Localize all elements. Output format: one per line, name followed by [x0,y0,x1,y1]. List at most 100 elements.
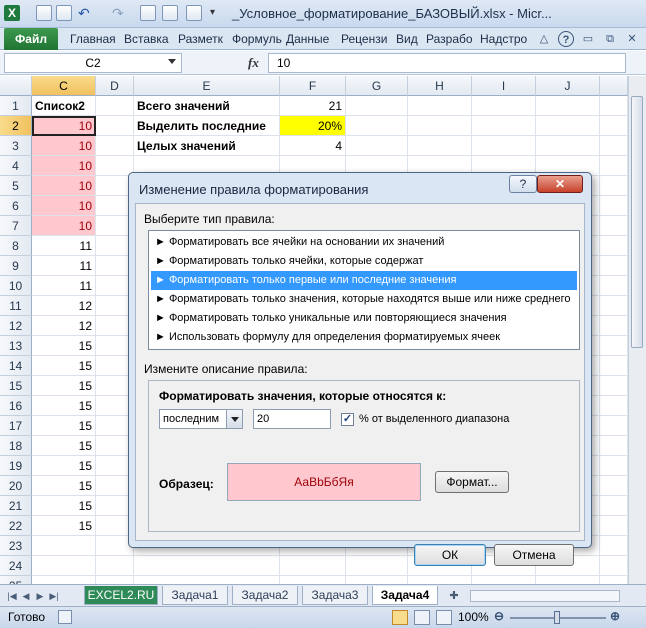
cell-j1[interactable] [536,96,600,116]
page-layout-view-icon[interactable] [414,610,430,625]
column-header-g[interactable]: G [346,76,408,96]
dialog-help-button[interactable]: ? [509,175,537,193]
insert-sheet-icon[interactable]: ✚ [446,589,462,603]
redo-icon[interactable]: ↷ [112,5,128,21]
cell-c11[interactable]: 12 [32,296,96,316]
cell-k8[interactable] [600,236,628,256]
row-header[interactable]: 16 [0,396,32,416]
cell-f3[interactable]: 4 [280,136,346,156]
tab-page-layout[interactable]: Разметк [178,28,223,50]
preview-icon[interactable] [140,5,156,21]
cell-g24[interactable] [346,556,408,576]
cell-c2[interactable]: 10 [32,116,96,136]
cell-k21[interactable] [600,496,628,516]
cell-c25[interactable] [32,576,96,584]
chevron-down-icon[interactable] [168,59,176,64]
cell-k24[interactable] [600,556,628,576]
chevron-down-icon[interactable] [226,410,242,428]
column-header-j[interactable]: J [536,76,600,96]
ribbon-collapse-icon[interactable]: △ [536,31,552,47]
cell-k7[interactable] [600,216,628,236]
print-preview-icon[interactable] [56,5,72,21]
row-header[interactable]: 1 [0,96,32,116]
cell-c19[interactable]: 15 [32,456,96,476]
tab-formulas[interactable]: Формуль [232,28,282,50]
cell-k16[interactable] [600,396,628,416]
prev-sheet-icon[interactable]: ◀ [20,589,32,603]
cell-k9[interactable] [600,256,628,276]
cell-d3[interactable] [96,136,134,156]
cell-e24[interactable] [134,556,280,576]
row-header[interactable]: 14 [0,356,32,376]
sheet-tab-task2[interactable]: Задача2 [232,586,298,605]
percent-checkbox[interactable]: ✓ [341,413,354,426]
cell-f25[interactable] [280,576,346,584]
cell-c3[interactable]: 10 [32,136,96,156]
cell-c24[interactable] [32,556,96,576]
row-header[interactable]: 22 [0,516,32,536]
cell-c9[interactable]: 11 [32,256,96,276]
cell-i1[interactable] [472,96,536,116]
row-header[interactable]: 18 [0,436,32,456]
restore-icon[interactable]: ⧉ [602,31,618,47]
row-header[interactable]: 17 [0,416,32,436]
cell-k17[interactable] [600,416,628,436]
row-header[interactable]: 20 [0,476,32,496]
percent-checkbox-label[interactable]: % от выделенного диапазона [359,413,509,425]
cell-g1[interactable] [346,96,408,116]
zoom-level[interactable]: 100% [458,610,489,624]
row-header[interactable]: 21 [0,496,32,516]
cell-e25[interactable] [134,576,280,584]
cell-c6[interactable]: 10 [32,196,96,216]
cell-k15[interactable] [600,376,628,396]
rule-type-item[interactable]: ► Форматировать все ячейки на основании … [151,233,577,252]
cell-h2[interactable] [408,116,472,136]
cell-h3[interactable] [408,136,472,156]
macro-record-icon[interactable] [58,610,72,624]
cell-c15[interactable]: 15 [32,376,96,396]
cell-d24[interactable] [96,556,134,576]
horizontal-scrollbar[interactable] [470,590,620,602]
cell-k23[interactable] [600,536,628,556]
cell-k1[interactable] [600,96,628,116]
sheet-tab-task3[interactable]: Задача3 [302,586,368,605]
cell-f1[interactable]: 21 [280,96,346,116]
last-sheet-icon[interactable]: ▶| [48,589,60,603]
top-bottom-select[interactable]: последним [159,409,243,429]
cell-k6[interactable] [600,196,628,216]
format-button[interactable]: Формат... [435,471,509,493]
qat-customize-icon[interactable]: ▾ [210,5,226,21]
cell-k2[interactable] [600,116,628,136]
column-header-c[interactable]: C [32,76,96,96]
cell-c22[interactable]: 15 [32,516,96,536]
normal-view-icon[interactable] [392,610,408,625]
cell-c18[interactable]: 15 [32,436,96,456]
vertical-scroll-thumb[interactable] [631,96,643,348]
fx-icon[interactable]: fx [248,55,259,71]
tab-view[interactable]: Вид [396,28,418,50]
tab-review[interactable]: Рецензи [341,28,387,50]
cell-e2[interactable]: Выделить последние [134,116,280,136]
cancel-button[interactable]: Отмена [494,544,574,566]
cell-k5[interactable] [600,176,628,196]
row-header[interactable]: 11 [0,296,32,316]
column-header-d[interactable]: D [96,76,134,96]
cell-f24[interactable] [280,556,346,576]
tab-home[interactable]: Главная [70,28,116,50]
cell-k20[interactable] [600,476,628,496]
cell-c14[interactable]: 15 [32,356,96,376]
cell-c1[interactable]: Список2 [32,96,96,116]
cell-c20[interactable]: 15 [32,476,96,496]
tab-insert[interactable]: Вставка [124,28,169,50]
row-header[interactable]: 10 [0,276,32,296]
column-header-f[interactable]: F [280,76,346,96]
formula-input[interactable]: 10 [268,53,626,73]
row-header[interactable]: 19 [0,456,32,476]
cell-c8[interactable]: 11 [32,236,96,256]
rule-type-item[interactable]: ► Форматировать только ячейки, которые с… [151,252,577,271]
column-header-k[interactable] [600,76,628,96]
cell-d1[interactable] [96,96,134,116]
cell-c21[interactable]: 15 [32,496,96,516]
cell-e1[interactable]: Всего значений [134,96,280,116]
row-header[interactable]: 2 [0,116,32,136]
